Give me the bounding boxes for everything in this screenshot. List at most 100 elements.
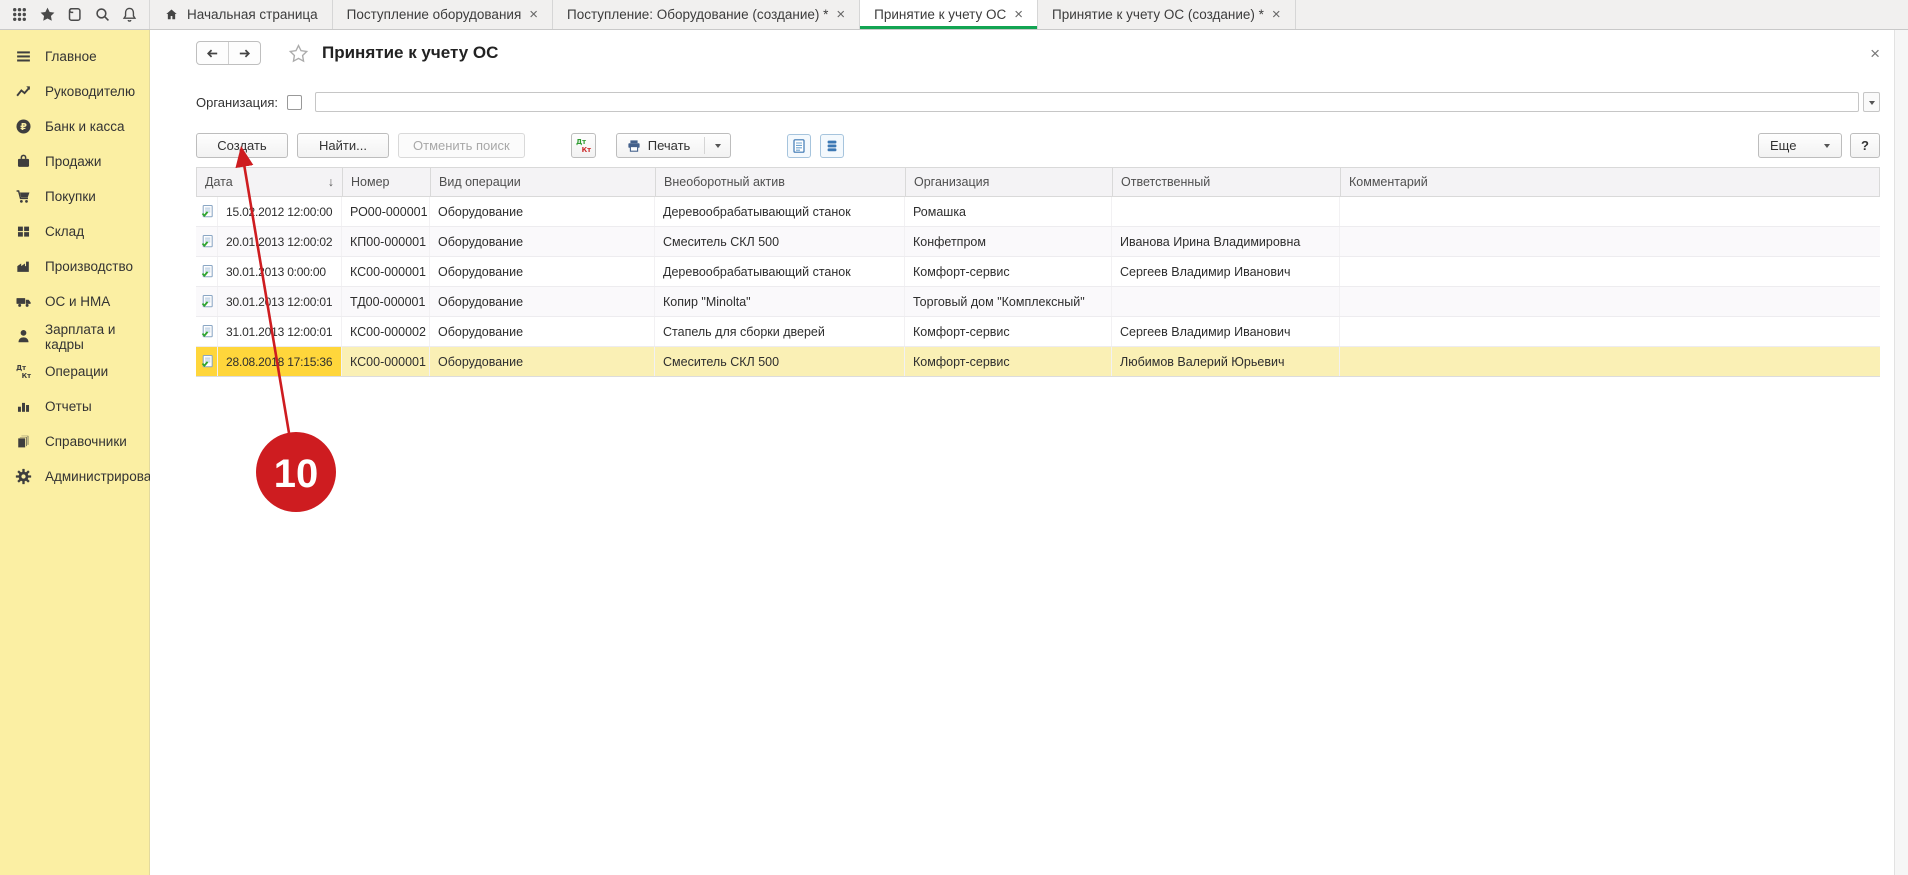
warehouse-icon <box>15 223 32 240</box>
table-row[interactable]: 31.01.2013 12:00:01 КС00-000002 Оборудов… <box>196 317 1880 347</box>
fixed-assets-icon <box>15 293 32 310</box>
cell-comment <box>1340 287 1880 316</box>
column-header-label: Вид операции <box>439 175 521 189</box>
column-header-label: Ответственный <box>1121 175 1210 189</box>
create-button[interactable]: Создать <box>196 133 288 158</box>
register-icon <box>824 138 840 154</box>
back-button[interactable] <box>197 42 228 64</box>
table-row[interactable]: 20.01.2013 12:00:02 КП00-000001 Оборудов… <box>196 227 1880 257</box>
favorites-star-icon[interactable] <box>39 6 56 23</box>
sidebar-item-label: ОС и НМА <box>45 294 110 309</box>
more-button[interactable]: Еще <box>1758 133 1842 158</box>
cell-responsible <box>1112 287 1340 316</box>
document-posted-icon <box>200 324 215 339</box>
table-row[interactable]: 28.08.2018 17:15:36 КС00-000001 Оборудов… <box>196 347 1880 377</box>
forward-button[interactable] <box>228 42 260 64</box>
sidebar-item-label: Продажи <box>45 154 101 169</box>
sidebar-item[interactable]: Администрирование <box>0 459 149 494</box>
favorite-star-icon[interactable] <box>288 43 309 64</box>
history-icon[interactable] <box>66 6 83 23</box>
cell-organization: Торговый дом "Комплексный" <box>905 287 1112 316</box>
table-row[interactable]: 15.02.2012 12:00:00 РО00-000001 Оборудов… <box>196 197 1880 227</box>
tab[interactable]: Поступление оборудования × <box>333 0 553 29</box>
global-search-icon[interactable] <box>94 6 111 23</box>
forward-icon <box>237 46 252 61</box>
cell-operation: Оборудование <box>430 317 655 346</box>
print-button[interactable]: Печать <box>616 133 732 158</box>
column-header[interactable]: Внеоборотный актив <box>656 168 906 196</box>
sidebar-item[interactable]: Покупки <box>0 179 149 214</box>
tab[interactable]: Начальная страница <box>150 0 333 29</box>
print-label: Печать <box>648 138 691 153</box>
organization-input[interactable] <box>315 92 1859 112</box>
tab-close-icon[interactable]: × <box>1014 7 1023 22</box>
home-icon <box>164 7 179 22</box>
tab[interactable]: Поступление: Оборудование (создание) * × <box>553 0 860 29</box>
documents-table: Дата↓ Номер Вид операции Внеоборотный актив… <box>196 167 1880 377</box>
cell-number: КС00-000001 <box>342 347 430 376</box>
column-header[interactable]: Вид операции <box>431 168 656 196</box>
tab-close-icon[interactable]: × <box>836 7 845 22</box>
tab-close-icon[interactable]: × <box>1272 7 1281 22</box>
document-posted-icon <box>200 234 215 249</box>
column-header[interactable]: Ответственный <box>1113 168 1341 196</box>
sidebar-item-label: Банк и касса <box>45 119 125 134</box>
sort-desc-icon: ↓ <box>328 175 334 189</box>
cell-comment <box>1340 347 1880 376</box>
cell-responsible: Сергеев Владимир Иванович <box>1112 257 1340 286</box>
sidebar-item[interactable]: Производство <box>0 249 149 284</box>
purchases-icon <box>15 188 32 205</box>
show-postings-button[interactable]: ДтКт <box>571 133 596 158</box>
sidebar-item[interactable]: Зарплата и кадры <box>0 319 149 354</box>
tab-close-icon[interactable]: × <box>529 7 538 22</box>
organization-combo-button[interactable] <box>1863 92 1880 112</box>
tab[interactable]: Принятие к учету ОС × <box>860 0 1038 29</box>
divider <box>704 137 705 154</box>
column-header-label: Комментарий <box>1349 175 1428 189</box>
document-preview-button[interactable] <box>787 134 811 158</box>
tab-label: Поступление: Оборудование (создание) * <box>567 7 828 22</box>
sidebar-item[interactable]: Склад <box>0 214 149 249</box>
reports-icon <box>15 398 32 415</box>
cell-asset: Стапель для сборки дверей <box>655 317 905 346</box>
column-header[interactable]: Номер <box>343 168 431 196</box>
cell-asset: Деревообрабатывающий станок <box>655 257 905 286</box>
column-header-label: Внеоборотный актив <box>664 175 785 189</box>
register-records-button[interactable] <box>820 134 844 158</box>
sidebar-item[interactable]: Главное <box>0 39 149 74</box>
document-posted-icon <box>200 354 215 369</box>
help-button[interactable]: ? <box>1850 133 1880 158</box>
sidebar-item[interactable]: Продажи <box>0 144 149 179</box>
cell-organization: Конфетпром <box>905 227 1112 256</box>
apps-menu-icon[interactable] <box>11 6 28 23</box>
tab-bar: Начальная страница Поступление оборудова… <box>150 0 1908 29</box>
column-header-label: Номер <box>351 175 389 189</box>
sidebar-item[interactable]: ОС и НМА <box>0 284 149 319</box>
cell-operation: Оборудование <box>430 347 655 376</box>
back-icon <box>205 46 220 61</box>
cell-operation: Оборудование <box>430 287 655 316</box>
column-header[interactable]: Дата↓ <box>197 168 343 196</box>
navigation-buttons <box>196 41 261 65</box>
form-close-icon[interactable]: × <box>1870 45 1880 62</box>
sidebar-item[interactable]: ДтКт Операции <box>0 354 149 389</box>
column-header[interactable]: Комментарий <box>1341 168 1879 196</box>
ruble-icon: ₽ <box>15 118 32 135</box>
table-row[interactable]: 30.01.2013 12:00:01 ТД00-000001 Оборудов… <box>196 287 1880 317</box>
table-row[interactable]: 30.01.2013 0:00:00 КС00-000001 Оборудова… <box>196 257 1880 287</box>
cell-number: КС00-000001 <box>342 257 430 286</box>
find-button[interactable]: Найти... <box>297 133 389 158</box>
tab[interactable]: Принятие к учету ОС (создание) * × <box>1038 0 1296 29</box>
organization-checkbox[interactable] <box>287 95 302 110</box>
cancel-search-button[interactable]: Отменить поиск <box>398 133 525 158</box>
sidebar-item[interactable]: Отчеты <box>0 389 149 424</box>
organization-label: Организация: <box>196 95 278 110</box>
vertical-scrollbar[interactable] <box>1894 30 1908 875</box>
sidebar-item-label: Производство <box>45 259 133 274</box>
sidebar-item[interactable]: ₽ Банк и касса <box>0 109 149 144</box>
sidebar-item[interactable]: Руководителю <box>0 74 149 109</box>
column-header[interactable]: Организация <box>906 168 1113 196</box>
notifications-bell-icon[interactable] <box>121 6 138 23</box>
sidebar-item[interactable]: Справочники <box>0 424 149 459</box>
cell-number: ТД00-000001 <box>342 287 430 316</box>
